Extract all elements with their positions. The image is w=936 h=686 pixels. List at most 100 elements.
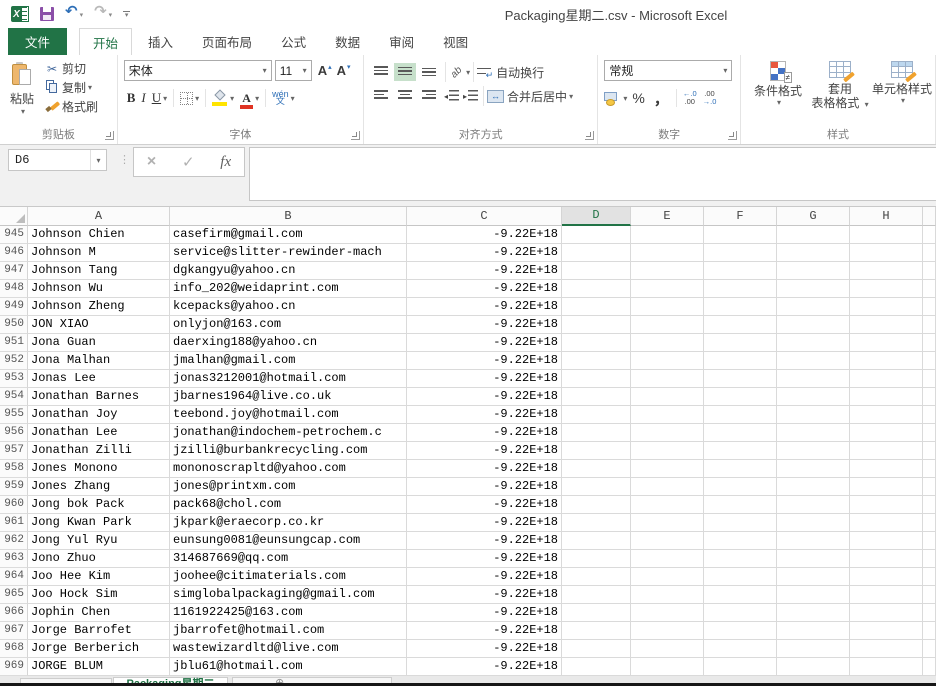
cell-name[interactable]: Jonathan Zilli (28, 442, 170, 460)
cell-empty[interactable] (850, 262, 923, 280)
cell-empty[interactable] (631, 388, 704, 406)
cell-empty[interactable] (631, 658, 704, 676)
cell-empty[interactable] (704, 244, 777, 262)
copy-button[interactable]: 复制 ▾ (44, 78, 98, 97)
row-header-959[interactable]: 959 (0, 478, 28, 496)
grow-font-button[interactable]: A▴ (318, 63, 332, 78)
cell-empty[interactable] (777, 226, 850, 244)
cell-value[interactable]: -9.22E+18 (407, 622, 562, 640)
cell-name[interactable]: Johnson Zheng (28, 298, 170, 316)
cell-stub[interactable] (923, 532, 936, 550)
cell-empty[interactable] (850, 658, 923, 676)
insert-function-icon[interactable]: fx (220, 154, 231, 171)
cell-stub[interactable] (923, 604, 936, 622)
align-right-button[interactable] (418, 87, 440, 105)
underline-button[interactable]: U▾ (149, 90, 170, 106)
align-left-button[interactable] (370, 87, 392, 105)
cell-email[interactable]: teebond.joy@hotmail.com (170, 406, 407, 424)
paste-button[interactable]: 粘贴 ▾ (2, 59, 42, 126)
wrap-text-button[interactable]: ↵ 自动换行 (477, 64, 544, 81)
cell-stub[interactable] (923, 406, 936, 424)
cell-stub[interactable] (923, 568, 936, 586)
cell-stub[interactable] (923, 352, 936, 370)
cell-name[interactable]: Joo Hee Kim (28, 568, 170, 586)
cell-empty[interactable] (850, 424, 923, 442)
cell-empty[interactable] (850, 496, 923, 514)
cell-empty[interactable] (850, 442, 923, 460)
cell-empty[interactable] (777, 424, 850, 442)
row-header-958[interactable]: 958 (0, 460, 28, 478)
format-as-table-button[interactable]: 套用 表格格式 ▾ (809, 59, 871, 128)
cell-empty[interactable] (704, 658, 777, 676)
decrease-indent-button[interactable]: ◂ (444, 90, 459, 102)
cell-email[interactable]: casefirm@gmail.com (170, 226, 407, 244)
cell-email[interactable]: jblu61@hotmail.com (170, 658, 407, 676)
cell-empty[interactable] (704, 352, 777, 370)
cell-name[interactable]: Jones Monono (28, 460, 170, 478)
cell-empty[interactable] (850, 460, 923, 478)
cell-empty[interactable] (704, 496, 777, 514)
cell-email[interactable]: wastewizardltd@live.com (170, 640, 407, 658)
cell-stub[interactable] (923, 640, 936, 658)
bold-button[interactable]: B (124, 90, 139, 106)
cell-value[interactable]: -9.22E+18 (407, 262, 562, 280)
name-box-dropdown-icon[interactable]: ▾ (90, 150, 106, 170)
row-header-950[interactable]: 950 (0, 316, 28, 334)
cell-name[interactable]: Johnson Chien (28, 226, 170, 244)
cell-stub[interactable] (923, 262, 936, 280)
row-header-947[interactable]: 947 (0, 262, 28, 280)
cell-value[interactable]: -9.22E+18 (407, 370, 562, 388)
cell-empty[interactable] (562, 658, 631, 676)
fill-color-button[interactable]: ▾ (209, 90, 237, 106)
cell-empty[interactable] (704, 388, 777, 406)
cell-value[interactable]: -9.22E+18 (407, 388, 562, 406)
name-box[interactable]: D6 ▾ (8, 149, 107, 171)
cell-empty[interactable] (704, 334, 777, 352)
cell-empty[interactable] (631, 334, 704, 352)
cell-empty[interactable] (704, 262, 777, 280)
cancel-icon[interactable]: × (147, 153, 156, 171)
cell-name[interactable]: Jorge Barrofet (28, 622, 170, 640)
cell-empty[interactable] (562, 460, 631, 478)
cell-email[interactable]: jonathan@indochem-petrochem.c (170, 424, 407, 442)
cell-empty[interactable] (631, 352, 704, 370)
cell-empty[interactable] (850, 640, 923, 658)
row-header-951[interactable]: 951 (0, 334, 28, 352)
cell-empty[interactable] (850, 478, 923, 496)
cell-empty[interactable] (777, 478, 850, 496)
row-header-946[interactable]: 946 (0, 244, 28, 262)
column-header-A[interactable]: A (28, 207, 170, 226)
cell-stub[interactable] (923, 280, 936, 298)
row-header-962[interactable]: 962 (0, 532, 28, 550)
cell-empty[interactable] (631, 496, 704, 514)
tab-formulas[interactable]: 公式 (268, 28, 319, 55)
customize-qat-icon[interactable]: ▾ (123, 11, 130, 18)
cell-value[interactable]: -9.22E+18 (407, 550, 562, 568)
cell-empty[interactable] (562, 352, 631, 370)
cell-email[interactable]: kcepacks@yahoo.cn (170, 298, 407, 316)
cell-empty[interactable] (704, 586, 777, 604)
cell-email[interactable]: jbarrofet@hotmail.com (170, 622, 407, 640)
cell-empty[interactable] (562, 280, 631, 298)
cell-stub[interactable] (923, 460, 936, 478)
cell-empty[interactable] (631, 514, 704, 532)
row-header-966[interactable]: 966 (0, 604, 28, 622)
cell-email[interactable]: jmalhan@gmail.com (170, 352, 407, 370)
cell-empty[interactable] (631, 316, 704, 334)
cell-empty[interactable] (777, 496, 850, 514)
cell-empty[interactable] (631, 604, 704, 622)
cell-empty[interactable] (562, 316, 631, 334)
cell-empty[interactable] (562, 244, 631, 262)
cell-empty[interactable] (777, 316, 850, 334)
cell-empty[interactable] (850, 604, 923, 622)
cell-stub[interactable] (923, 298, 936, 316)
cell-empty[interactable] (562, 568, 631, 586)
increase-indent-button[interactable]: ▸ (463, 90, 478, 102)
align-center-button[interactable] (394, 87, 416, 105)
row-header-968[interactable]: 968 (0, 640, 28, 658)
alignment-dialog-launcher-icon[interactable] (585, 131, 594, 140)
cell-value[interactable]: -9.22E+18 (407, 352, 562, 370)
cell-empty[interactable] (777, 298, 850, 316)
cell-email[interactable]: jzilli@burbankrecycling.com (170, 442, 407, 460)
cell-value[interactable]: -9.22E+18 (407, 496, 562, 514)
